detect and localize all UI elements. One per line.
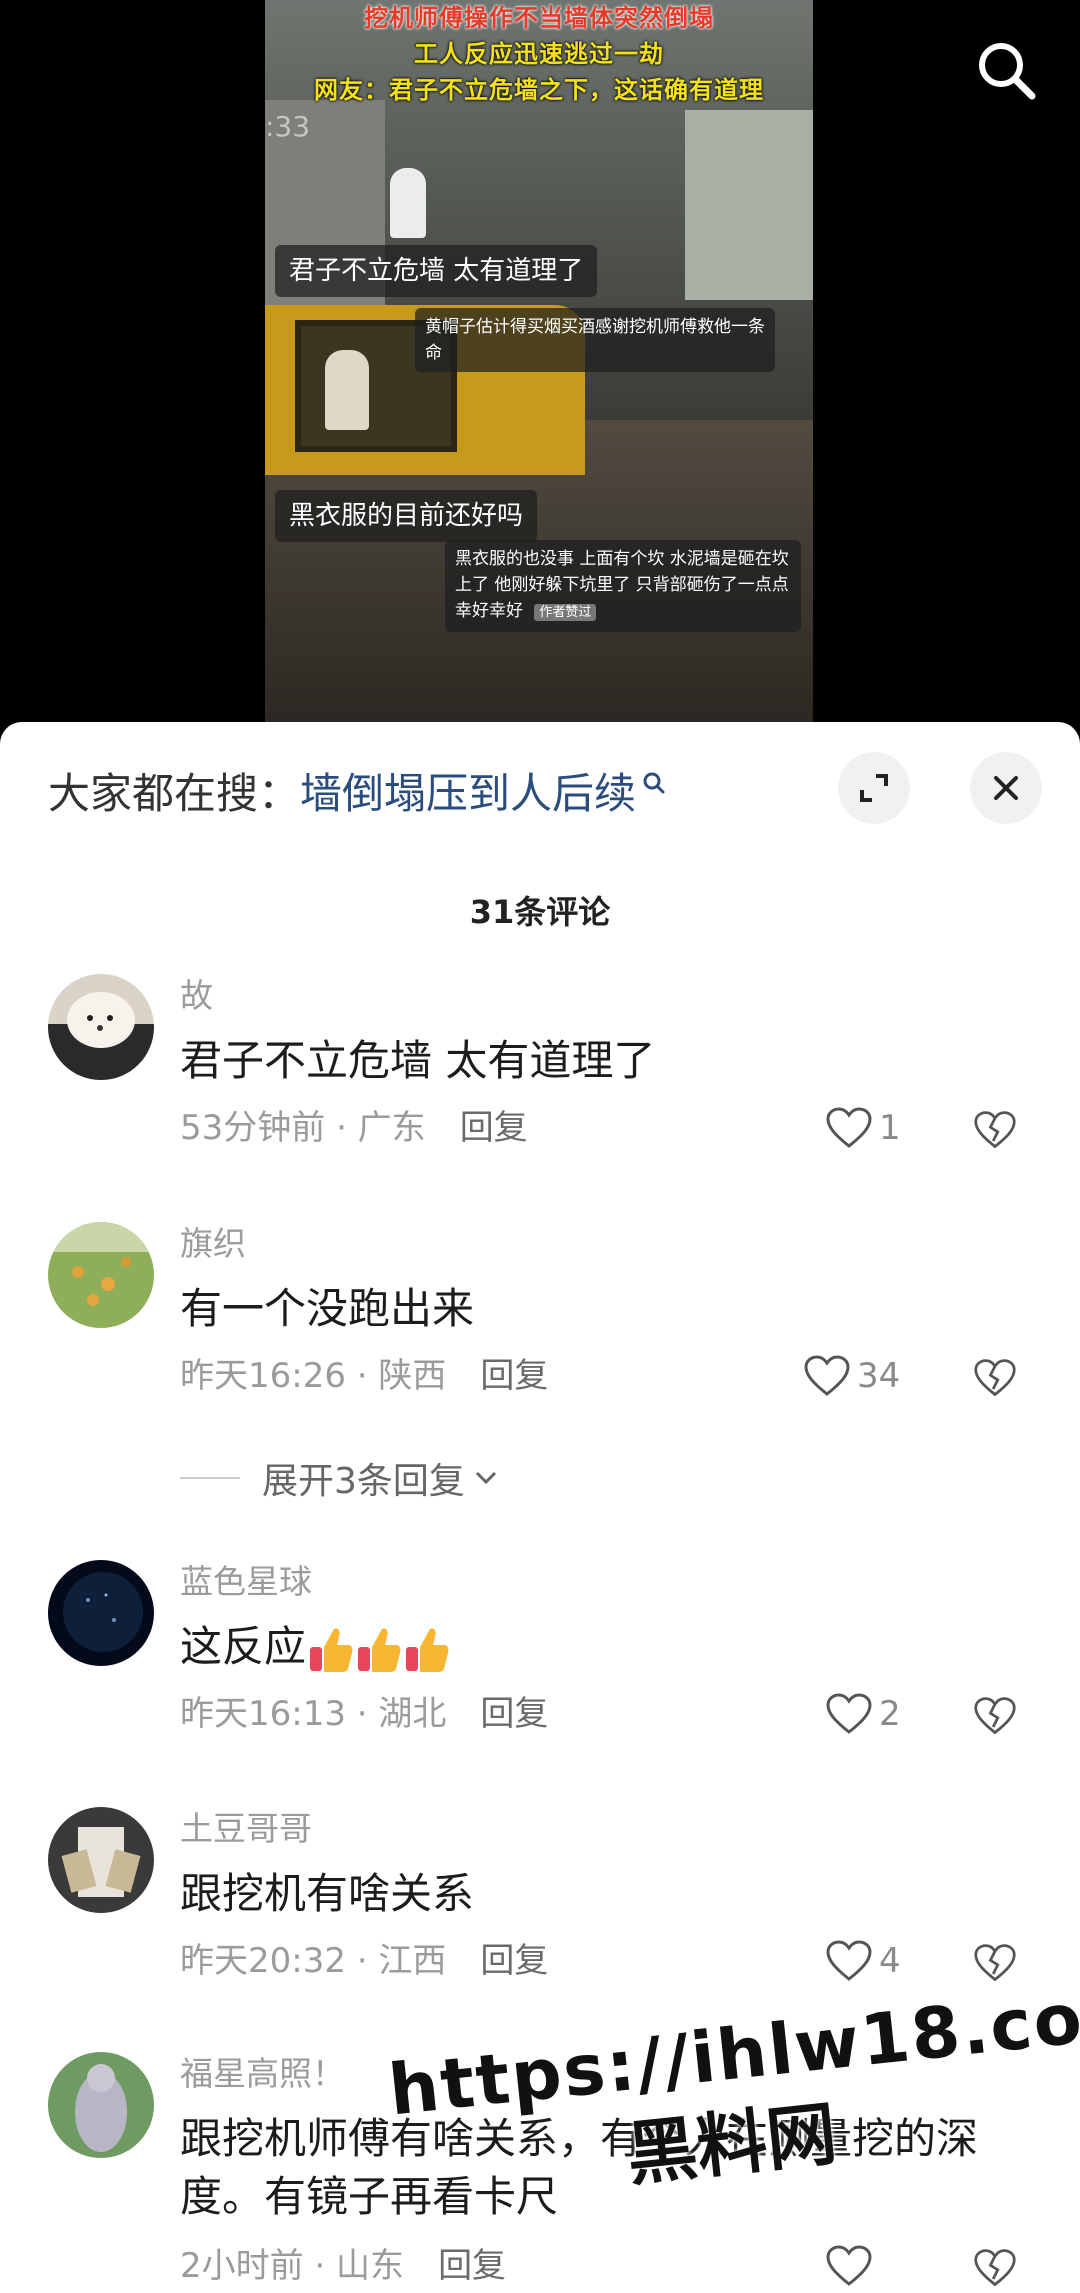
reply-button[interactable]: 回复 bbox=[480, 1694, 548, 1734]
hot-search-label: 大家都在搜： bbox=[48, 768, 301, 818]
reply-button[interactable]: 回复 bbox=[480, 1356, 548, 1396]
comment-text-content: 这反应 bbox=[180, 1622, 307, 1671]
expand-replies-button[interactable]: 展开3条回复 bbox=[180, 1452, 501, 1504]
hot-search-bar[interactable]: 大家都在搜： 墙倒塌压到人后续 bbox=[48, 760, 668, 820]
broken-heart-icon[interactable] bbox=[973, 1108, 1017, 1152]
comment-count: 31条评论 bbox=[469, 893, 611, 931]
like-count: 34 bbox=[857, 1356, 901, 1396]
comment-time-location: 昨天16:26 · 陕西 bbox=[180, 1356, 447, 1396]
overlay-comment-text: 君子不立危墙 太有道理了 bbox=[289, 256, 584, 286]
broken-heart-icon[interactable] bbox=[973, 1356, 1017, 1400]
thumbs-up-emoji-icon bbox=[310, 1627, 353, 1672]
video-timestamp: :33 bbox=[265, 110, 311, 143]
thumbs-up-emoji-icon bbox=[406, 1627, 449, 1672]
comment-username[interactable]: 土豆哥哥 bbox=[180, 1807, 312, 1851]
heart-icon bbox=[826, 2245, 872, 2286]
comment-time-location: 昨天20:32 · 江西 bbox=[180, 1941, 447, 1981]
like-button[interactable]: 1 bbox=[825, 1104, 901, 1152]
comment-text: 跟挖机有啥关系 bbox=[180, 1869, 475, 1918]
overlay-comment: 黑衣服的也没事 上面有个坎 水泥墙是砸在坎上了 他刚好躲下坑里了 只背部砸伤了一… bbox=[445, 540, 801, 632]
like-button[interactable]: 34 bbox=[803, 1352, 900, 1400]
search-icon[interactable] bbox=[972, 36, 1042, 106]
comment-time-location: 2小时前 · 山东 bbox=[180, 2246, 405, 2286]
thumbs-up-emoji-icon bbox=[358, 1627, 401, 1672]
video-title-line: 网友：君子不立危墙之下，这话确有道理 bbox=[314, 76, 764, 104]
comment-text: 这反应 bbox=[180, 1618, 1020, 1676]
like-count: 1 bbox=[879, 1108, 901, 1148]
comment-meta: 昨天16:13 · 湖北 回复 bbox=[180, 1690, 548, 1738]
heart-icon bbox=[804, 1355, 850, 1396]
comment-text: 君子不立危墙 太有道理了 bbox=[180, 1036, 656, 1085]
scene-worker bbox=[325, 350, 369, 430]
broken-heart-icon[interactable] bbox=[973, 2246, 1017, 2290]
overlay-comment-text: 黄帽子估计得买烟买酒感谢挖机师傅救他一条命 bbox=[425, 317, 765, 363]
divider bbox=[180, 1477, 240, 1479]
avatar[interactable] bbox=[48, 1807, 154, 1913]
like-button[interactable] bbox=[825, 2242, 879, 2290]
expand-button[interactable] bbox=[838, 752, 910, 824]
avatar[interactable] bbox=[48, 1222, 154, 1328]
broken-heart-icon[interactable] bbox=[973, 1694, 1017, 1738]
heart-icon bbox=[826, 1940, 872, 1981]
comment-meta: 53分钟前 · 广东 回复 bbox=[180, 1104, 528, 1152]
hot-search-term[interactable]: 墙倒塌压到人后续 bbox=[300, 760, 636, 821]
broken-heart-icon[interactable] bbox=[973, 1941, 1017, 1985]
reply-button[interactable]: 回复 bbox=[460, 1108, 528, 1148]
comment-username[interactable]: 故 bbox=[180, 974, 213, 1018]
avatar[interactable] bbox=[48, 974, 154, 1080]
scene-worker bbox=[390, 168, 426, 238]
like-count: 2 bbox=[879, 1694, 901, 1734]
search-icon bbox=[643, 772, 665, 794]
expand-replies-label: 展开3条回复 bbox=[262, 1461, 465, 1502]
close-icon bbox=[994, 776, 1018, 800]
chevron-down-icon bbox=[475, 1471, 496, 1485]
comment-time-location: 昨天16:13 · 湖北 bbox=[180, 1694, 447, 1734]
like-button[interactable]: 2 bbox=[825, 1690, 901, 1738]
like-button[interactable]: 4 bbox=[825, 1937, 901, 1985]
scene-wall-right bbox=[685, 110, 813, 300]
video-title-line: 工人反应迅速逃过一劫 bbox=[414, 40, 664, 68]
comment-username[interactable]: 蓝色星球 bbox=[180, 1560, 312, 1604]
reply-button[interactable]: 回复 bbox=[438, 2246, 506, 2286]
heart-icon bbox=[826, 1693, 872, 1734]
author-liked-tag: 作者赞过 bbox=[534, 604, 597, 621]
video-title: 挖机师傅操作不当墙体突然倒塌 工人反应迅速逃过一劫 网友：君子不立危墙之下，这话… bbox=[265, 0, 813, 108]
comment-meta: 昨天20:32 · 江西 回复 bbox=[180, 1937, 548, 1985]
comment-text: 有一个没跑出来 bbox=[180, 1284, 475, 1333]
like-count: 4 bbox=[879, 1941, 901, 1981]
comment-meta: 昨天16:26 · 陕西 回复 bbox=[180, 1352, 548, 1400]
video-title-line: 挖机师傅操作不当墙体突然倒塌 bbox=[364, 4, 714, 32]
comment-username[interactable]: 福星高照！ bbox=[180, 2052, 345, 2096]
overlay-comment-text: 黑衣服的也没事 上面有个坎 水泥墙是砸在坎上了 他刚好躲下坑里了 只背部砸伤了一… bbox=[455, 549, 789, 621]
comment-meta: 2小时前 · 山东 回复 bbox=[180, 2242, 506, 2290]
overlay-comment-text: 黑衣服的目前还好吗 bbox=[289, 501, 524, 531]
comment-username[interactable]: 旗织 bbox=[180, 1222, 246, 1266]
avatar[interactable] bbox=[48, 2052, 154, 2158]
comment-time-location: 53分钟前 · 广东 bbox=[180, 1108, 426, 1148]
avatar[interactable] bbox=[48, 1560, 154, 1666]
video-frame[interactable]: 挖机师傅操作不当墙体突然倒塌 工人反应迅速逃过一劫 网友：君子不立危墙之下，这话… bbox=[265, 0, 813, 725]
video-player[interactable]: 挖机师傅操作不当墙体突然倒塌 工人反应迅速逃过一劫 网友：君子不立危墙之下，这话… bbox=[0, 0, 1080, 725]
heart-icon bbox=[826, 1107, 872, 1148]
close-button[interactable] bbox=[970, 752, 1042, 824]
reply-button[interactable]: 回复 bbox=[480, 1941, 548, 1981]
overlay-comment: 黑衣服的目前还好吗 bbox=[275, 490, 538, 542]
overlay-comment: 君子不立危墙 太有道理了 bbox=[275, 245, 598, 297]
overlay-comment: 黄帽子估计得买烟买酒感谢挖机师傅救他一条命 bbox=[415, 308, 775, 372]
expand-icon bbox=[860, 774, 888, 802]
